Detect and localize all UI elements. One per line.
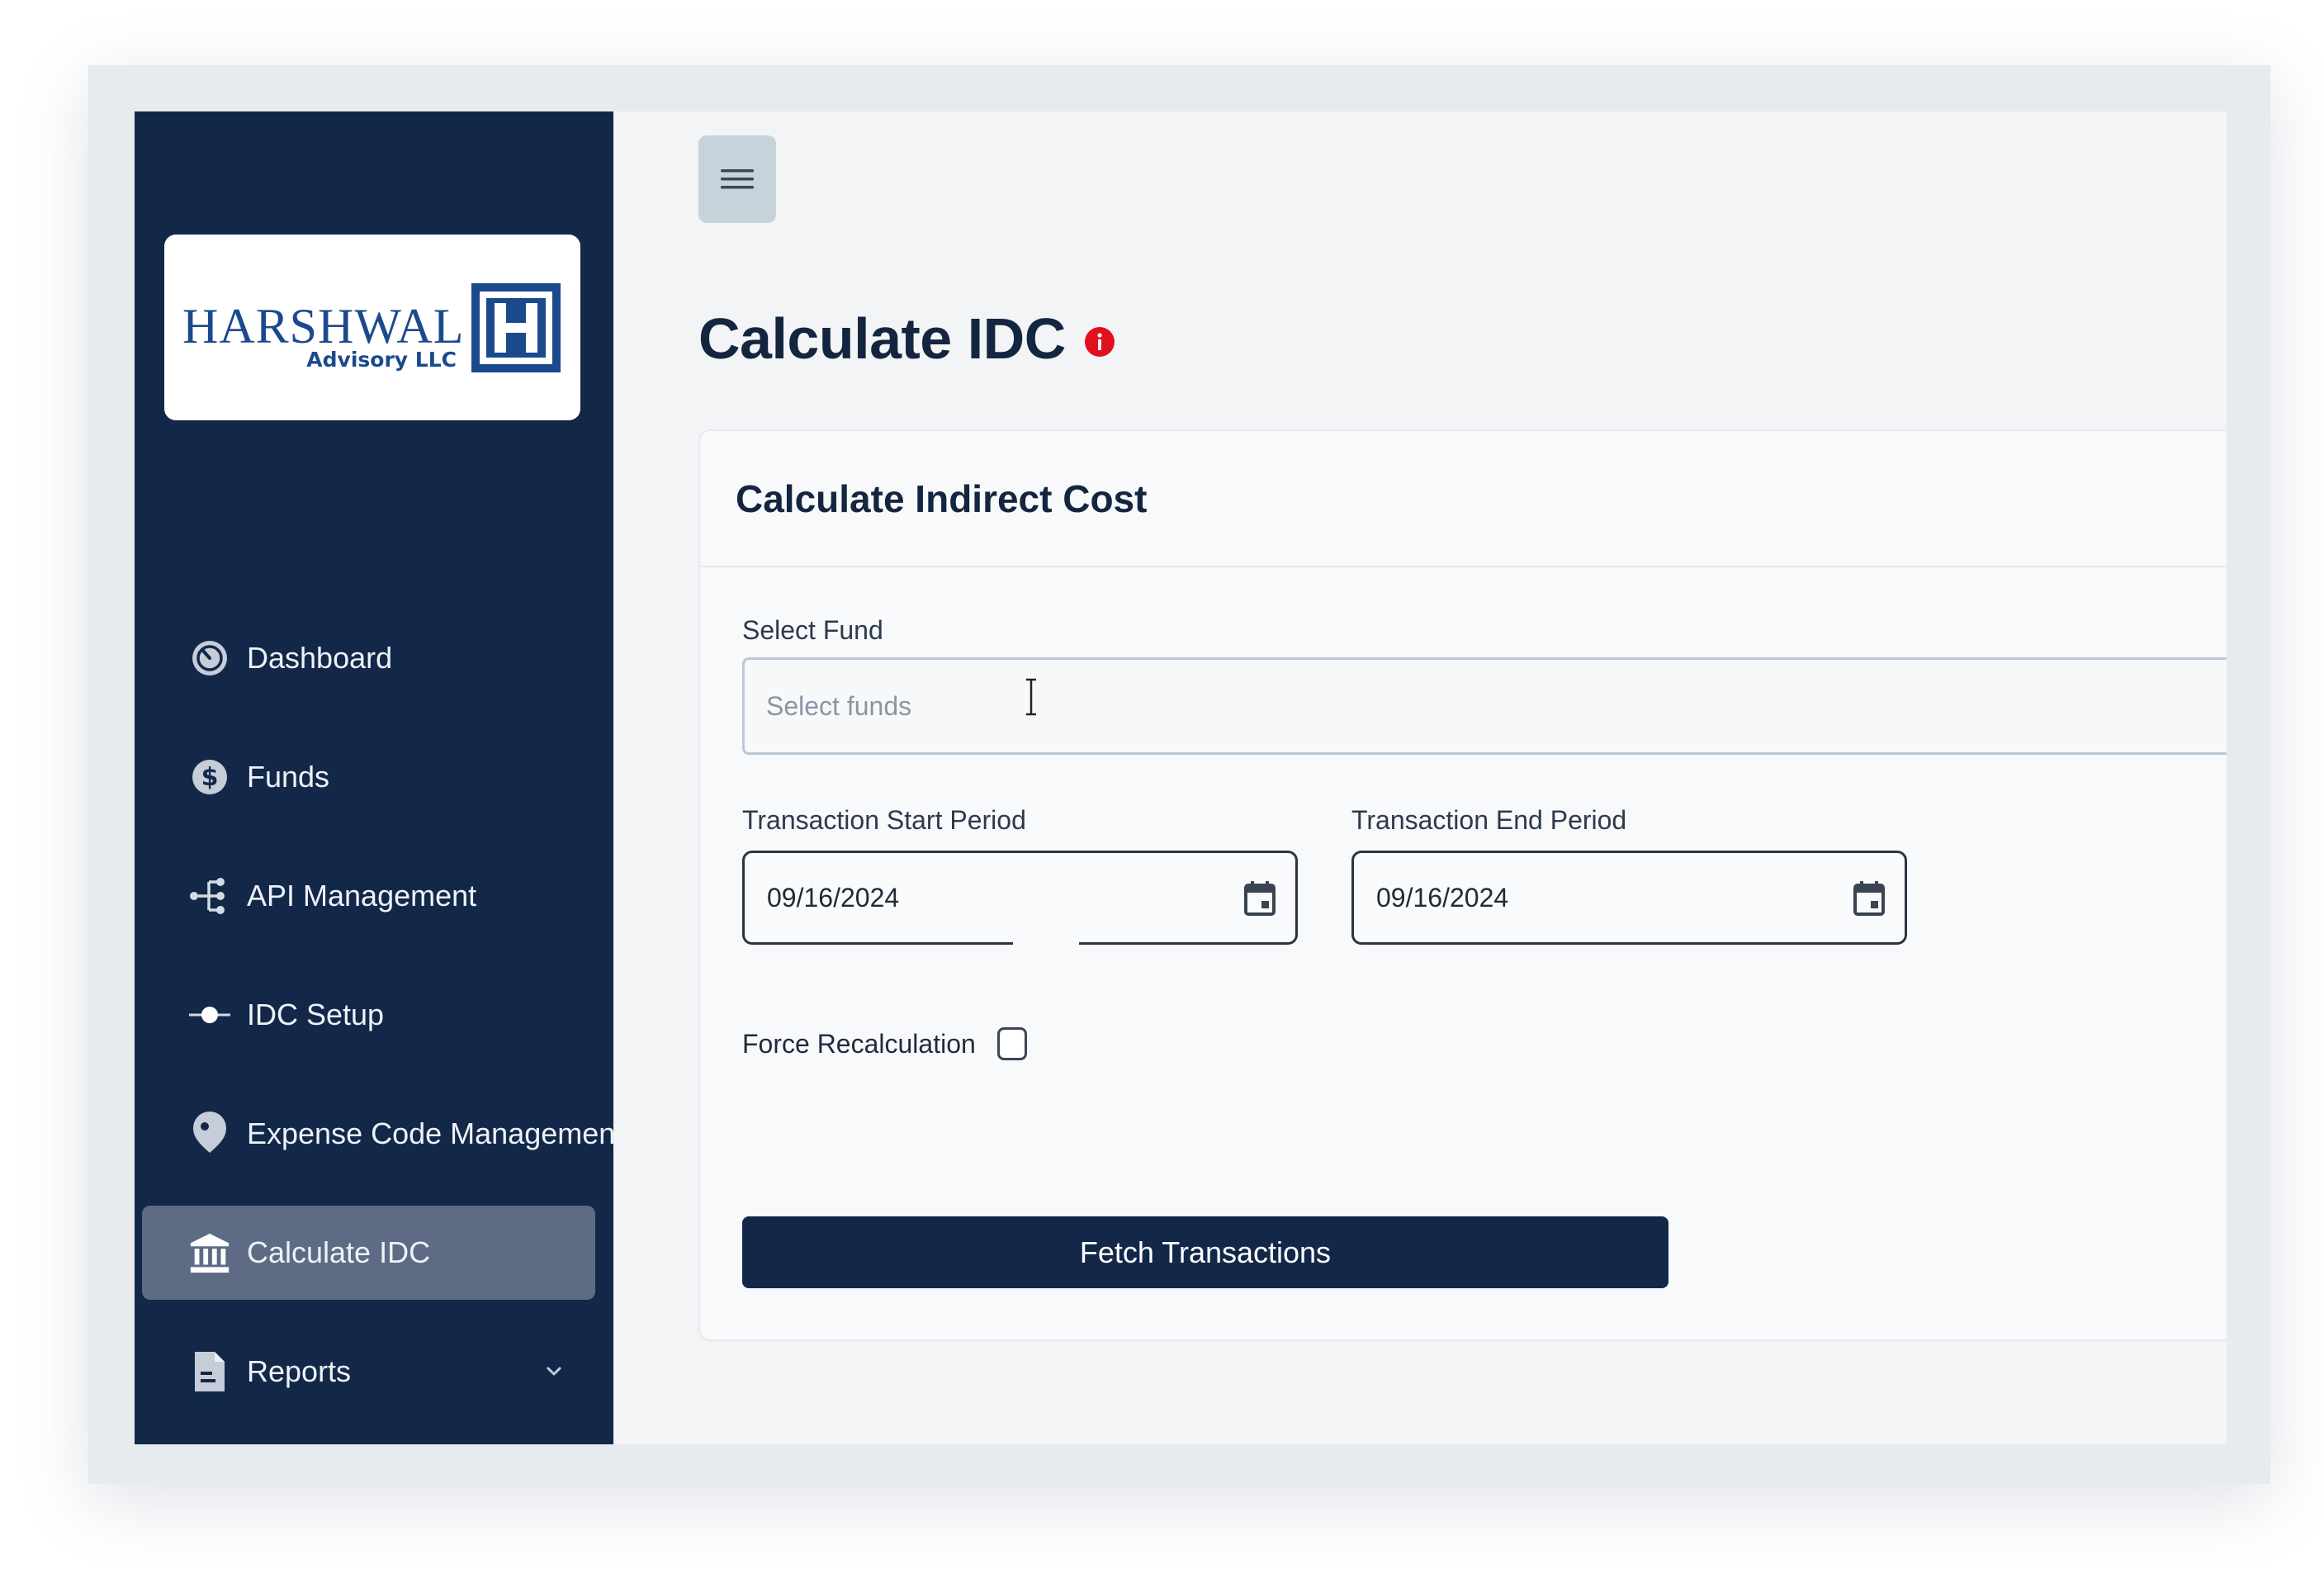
report-icon [187,1349,232,1394]
card-title: Calculate Indirect Cost [736,476,1148,520]
sidebar: HARSHWAL Advisory LLC Dashboard $ Funds … [135,111,623,1444]
sidebar-item-label: IDC Setup [247,998,385,1031]
field-border-gap [1013,941,1079,950]
end-period-label: Transaction End Period [1351,805,1627,835]
sidebar-item-reports[interactable]: Reports [142,1325,595,1419]
bank-icon [187,1230,232,1275]
sidebar-item-calculate-idc[interactable]: Calculate IDC [142,1206,595,1300]
hamburger-icon [721,169,754,189]
sidebar-item-label: Funds [247,760,330,794]
sidebar-item-label: API Management [247,879,477,912]
calculate-indirect-cost-card: Calculate Indirect Cost Select Fund Sele… [698,429,2227,1341]
svg-text:$: $ [201,763,219,792]
force-recalculation-label: Force Recalculation [742,1028,976,1059]
calendar-icon[interactable] [1242,879,1277,917]
text-cursor-icon [1026,678,1036,716]
sidebar-item-dashboard[interactable]: Dashboard [142,611,595,705]
logo: HARSHWAL Advisory LLC [164,235,580,420]
sidebar-item-label: Reports [247,1354,352,1388]
start-period-value: 09/16/2024 [767,882,900,912]
api-tree-icon [187,874,232,918]
fetch-transactions-button[interactable]: Fetch Transactions [742,1216,1668,1288]
sidebar-item-expense-code-management[interactable]: Expense Code Management [142,1087,623,1181]
setup-node-icon [187,993,232,1037]
sidebar-item-funds[interactable]: $ Funds [142,730,595,824]
main-content: Calculate IDC Calculate Indirect Cost Se… [613,111,2227,1444]
logo-subtitle: Advisory LLC [306,347,457,372]
fund-select-input[interactable]: Select funds [742,657,2227,755]
fund-select-placeholder: Select funds [766,690,912,721]
end-period-value: 09/16/2024 [1376,882,1509,912]
calendar-icon[interactable] [1852,879,1886,917]
sidebar-item-api-management[interactable]: API Management [142,849,595,943]
start-period-label: Transaction Start Period [742,805,1026,835]
sidebar-item-idc-setup[interactable]: IDC Setup [142,968,595,1062]
page-header: Calculate IDC [698,306,1115,372]
start-period-date-input[interactable]: 09/16/2024 [742,851,1298,950]
logo-name: HARSHWAL [182,298,465,353]
page-title: Calculate IDC [698,306,1066,371]
logo-h-mark [471,282,561,372]
card-header: Calculate Indirect Cost [700,431,2227,567]
sidebar-item-label: Calculate IDC [247,1235,431,1269]
dashboard-icon [187,636,232,680]
menu-toggle-button[interactable] [698,135,776,223]
chevron-down-icon[interactable] [541,1358,567,1385]
sidebar-item-label: Dashboard [247,641,393,675]
end-period-date-input[interactable]: 09/16/2024 [1351,851,1907,945]
force-recalculation-checkbox[interactable] [996,1027,1027,1060]
app-window: HARSHWAL Advisory LLC Dashboard $ Funds … [135,111,2227,1444]
logo-wordmark: HARSHWAL Advisory LLC [182,278,463,377]
info-icon[interactable] [1084,326,1115,358]
select-fund-label: Select Fund [742,615,883,645]
sidebar-item-label: Expense Code Management [247,1116,624,1150]
tag-icon [187,1112,232,1156]
force-recalculation-row: Force Recalculation [742,1027,1027,1060]
dollar-icon: $ [187,755,232,799]
